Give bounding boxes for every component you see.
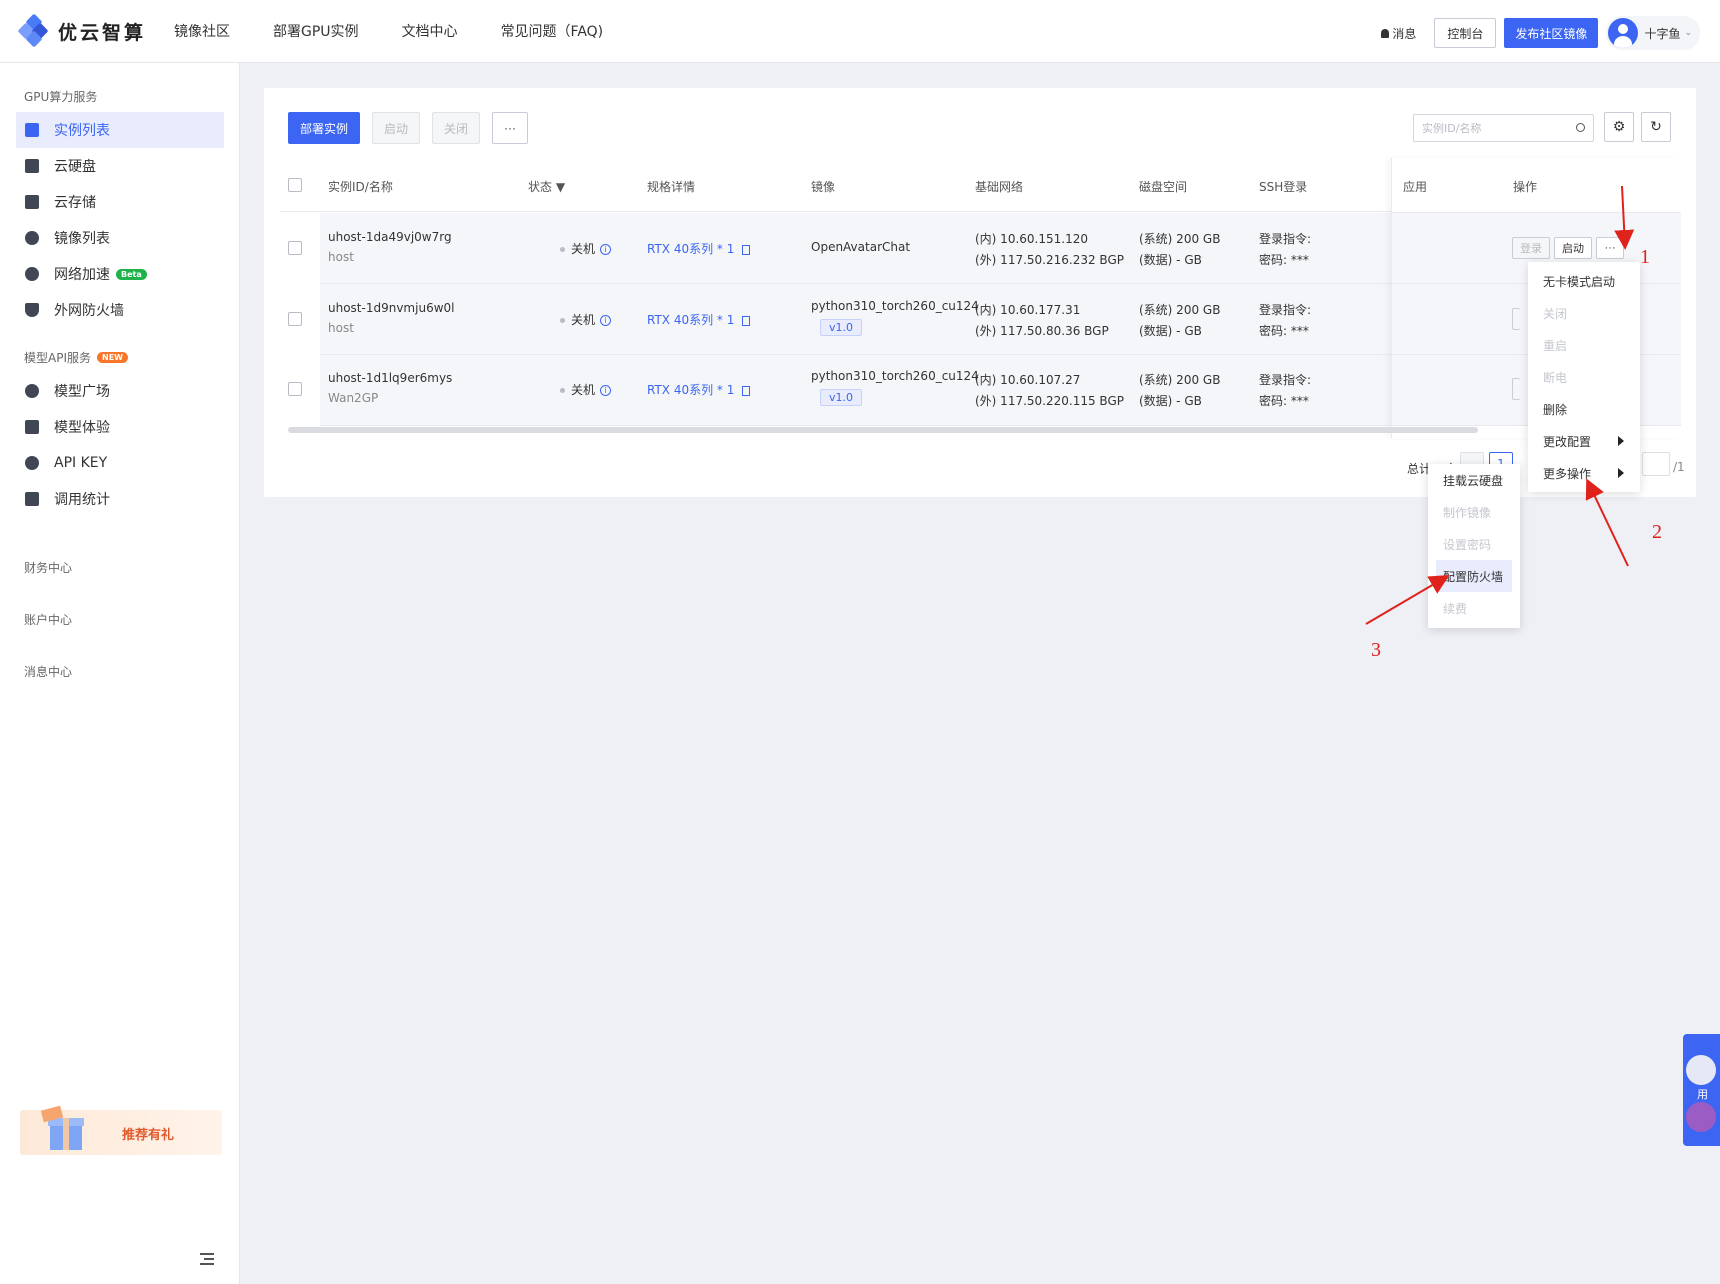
annotation-label: 1 [1640, 246, 1650, 268]
annotation-label: 3 [1371, 639, 1381, 661]
annotation-arrows [1365, 185, 1635, 625]
annotation-label: 2 [1652, 521, 1662, 543]
